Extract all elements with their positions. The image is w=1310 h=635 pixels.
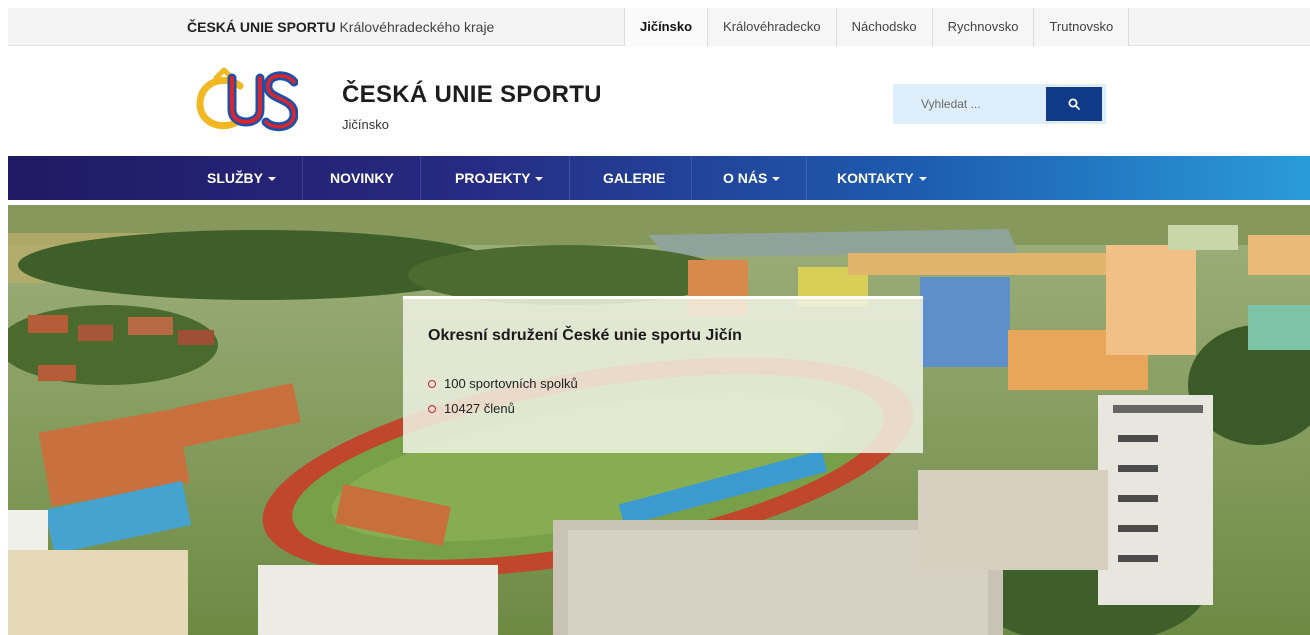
list-item: 100 sportovních spolků (428, 371, 578, 396)
facts-list: 100 sportovních spolků 10427 členů (428, 371, 578, 421)
info-card: Okresní sdružení České unie sportu Jičín… (403, 296, 923, 453)
nav-item-projekty[interactable]: PROJEKTY (455, 156, 571, 200)
cus-logo-icon[interactable] (194, 64, 299, 136)
chevron-down-icon (772, 177, 781, 181)
region-link-trutnovsko[interactable]: Trutnovsko (1034, 8, 1130, 46)
hero-banner: Okresní sdružení České unie sportu Jičín… (8, 205, 1310, 635)
region-link-nachodsko[interactable]: Náchodsko (836, 8, 933, 46)
nav-label: SLUŽBY (207, 170, 263, 186)
search-button[interactable] (1046, 87, 1102, 121)
search-box (893, 84, 1106, 124)
info-card-title: Okresní sdružení České unie sportu Jičín (428, 327, 742, 344)
list-item: 10427 členů (428, 396, 578, 421)
nav-item-novinky[interactable]: NOVINKY (330, 156, 421, 200)
fact-text: 10427 členů (444, 401, 515, 416)
nav-item-o-nas[interactable]: O NÁS (723, 156, 808, 200)
nav-label: KONTAKTY (837, 170, 914, 186)
nav-item-sluzby[interactable]: SLUŽBY (207, 156, 303, 200)
region-switcher: Jičínsko Královéhradecko Náchodsko Rychn… (624, 8, 1130, 46)
search-icon (1068, 98, 1080, 110)
site-title[interactable]: ČESKÁ UNIE SPORTU (342, 81, 602, 109)
bullet-circle-icon (428, 405, 436, 413)
region-link-rychnovsko[interactable]: Rychnovsko (932, 8, 1035, 46)
search-input[interactable] (893, 84, 1046, 124)
brand-bold: ČESKÁ UNIE SPORTU (187, 19, 336, 35)
association-brand[interactable]: ČESKÁ UNIE SPORTU Královéhradeckého kraj… (187, 8, 494, 46)
chevron-down-icon (268, 177, 276, 181)
top-bar: ČESKÁ UNIE SPORTU Královéhradeckého kraj… (8, 8, 1310, 46)
chevron-down-icon (535, 177, 544, 181)
site-subtitle: Jičínsko (342, 117, 389, 132)
nav-label: O NÁS (723, 170, 768, 186)
nav-item-kontakty[interactable]: KONTAKTY (837, 156, 953, 200)
bullet-circle-icon (428, 380, 436, 388)
fact-text: 100 sportovních spolků (444, 376, 578, 391)
main-navigation: SLUŽBY NOVINKY PROJEKTY GALERIE O NÁS KO… (8, 156, 1310, 200)
region-link-jicinsko[interactable]: Jičínsko (625, 8, 709, 46)
region-link-kralovehradecko[interactable]: Královéhradecko (708, 8, 837, 46)
nav-label: NOVINKY (330, 170, 394, 186)
nav-label: GALERIE (603, 170, 666, 186)
brand-region: Královéhradeckého kraje (339, 19, 495, 35)
nav-item-galerie[interactable]: GALERIE (603, 156, 693, 200)
chevron-down-icon (918, 177, 927, 181)
nav-label: PROJEKTY (455, 170, 531, 186)
